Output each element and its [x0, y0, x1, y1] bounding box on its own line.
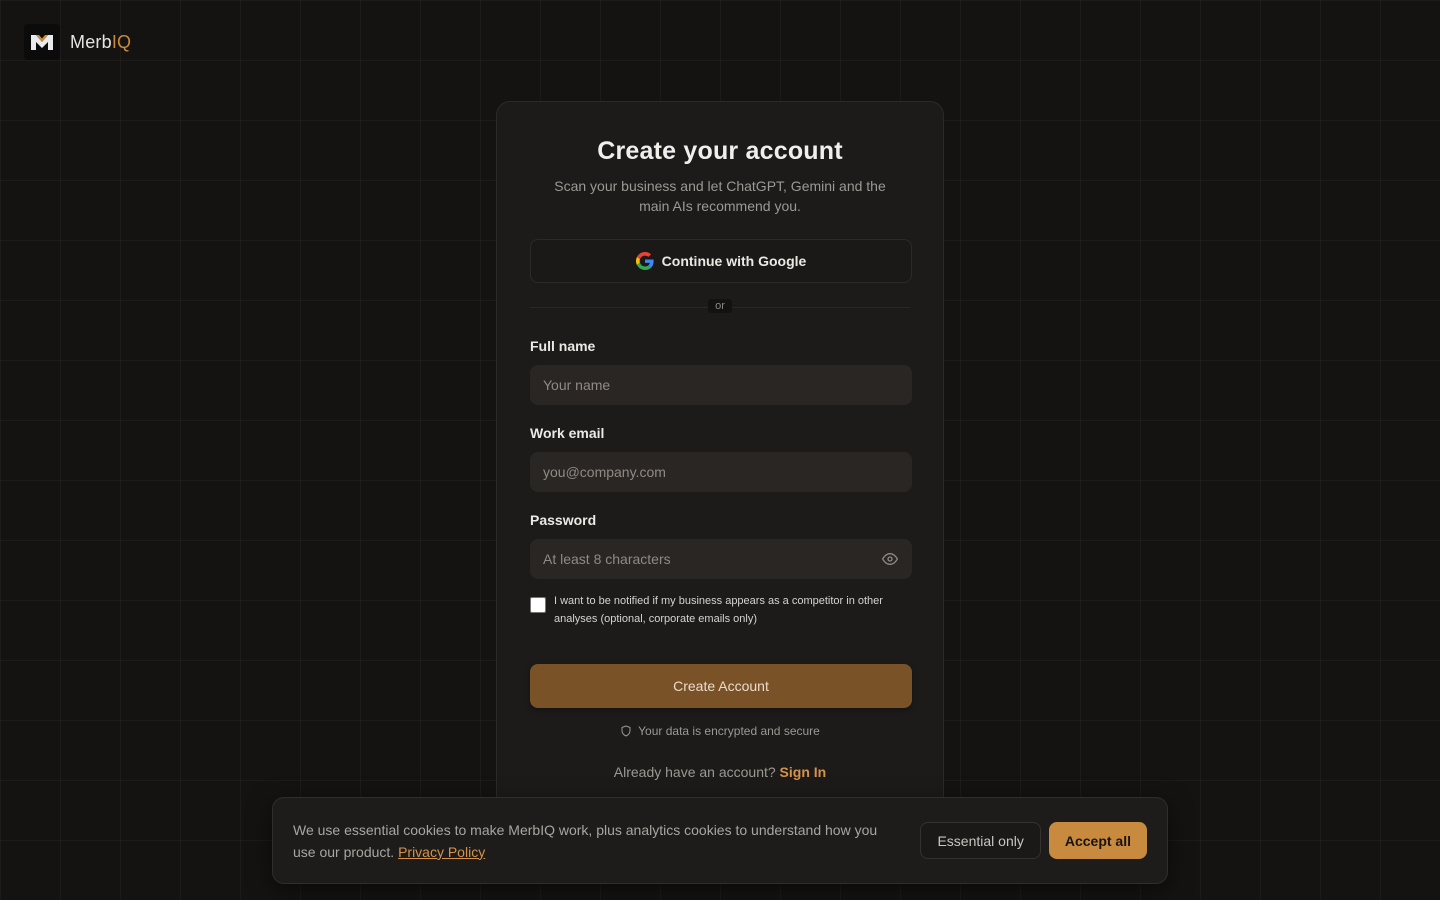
or-divider: or — [530, 299, 910, 313]
full-name-label: Full name — [530, 338, 596, 354]
work-email-wrapper — [530, 452, 912, 492]
brand-name-accent: IQ — [111, 31, 132, 52]
google-button-label: Continue with Google — [661, 253, 807, 269]
signin-prompt-text: Already have an account? — [613, 764, 776, 780]
notify-competitor-row: I want to be notified if my business app… — [530, 595, 910, 628]
password-input[interactable] — [530, 539, 912, 579]
page-title: Create your account — [597, 137, 843, 165]
password-label: Password — [530, 512, 597, 528]
notify-competitor-label: I want to be notified if my business app… — [554, 595, 883, 625]
brand-logo[interactable]: MerbIQ — [24, 24, 131, 60]
notify-competitor-checkbox[interactable] — [530, 597, 546, 613]
cookie-actions: Essential only Accept all — [920, 822, 1147, 859]
divider-label: or — [708, 299, 732, 313]
work-email-input[interactable] — [530, 452, 912, 492]
full-name-input[interactable] — [530, 365, 912, 405]
shield-icon — [621, 725, 631, 737]
google-signin-button[interactable]: Continue with Google — [530, 239, 912, 283]
secure-note-text: Your data is encrypted and secure — [638, 724, 820, 738]
full-name-wrapper — [530, 365, 912, 405]
signup-card: Create your account Scan your business a… — [496, 101, 944, 861]
cookie-banner-text: We use essential cookies to make MerbIQ … — [293, 819, 903, 863]
essential-only-button[interactable]: Essential only — [920, 822, 1041, 859]
show-password-eye-icon[interactable] — [882, 551, 898, 567]
create-account-button[interactable]: Create Account — [530, 664, 912, 708]
accept-all-button[interactable]: Accept all — [1048, 822, 1147, 859]
brand-name-prefix: Merb — [70, 31, 112, 52]
work-email-label: Work email — [530, 425, 605, 441]
logo-mark-icon — [24, 24, 60, 60]
google-icon — [635, 252, 654, 270]
signin-prompt-row: Already have an account? Sign In — [530, 764, 910, 780]
cookie-message: We use essential cookies to make MerbIQ … — [293, 821, 878, 860]
password-wrapper — [530, 539, 912, 579]
privacy-policy-link[interactable]: Privacy Policy — [398, 844, 485, 860]
brand-name: MerbIQ — [70, 32, 131, 53]
secure-note: Your data is encrypted and secure — [530, 724, 910, 738]
sign-in-link[interactable]: Sign In — [780, 764, 827, 780]
cookie-banner: We use essential cookies to make MerbIQ … — [272, 797, 1168, 884]
page-subtitle: Scan your business and let ChatGPT, Gemi… — [554, 178, 886, 214]
